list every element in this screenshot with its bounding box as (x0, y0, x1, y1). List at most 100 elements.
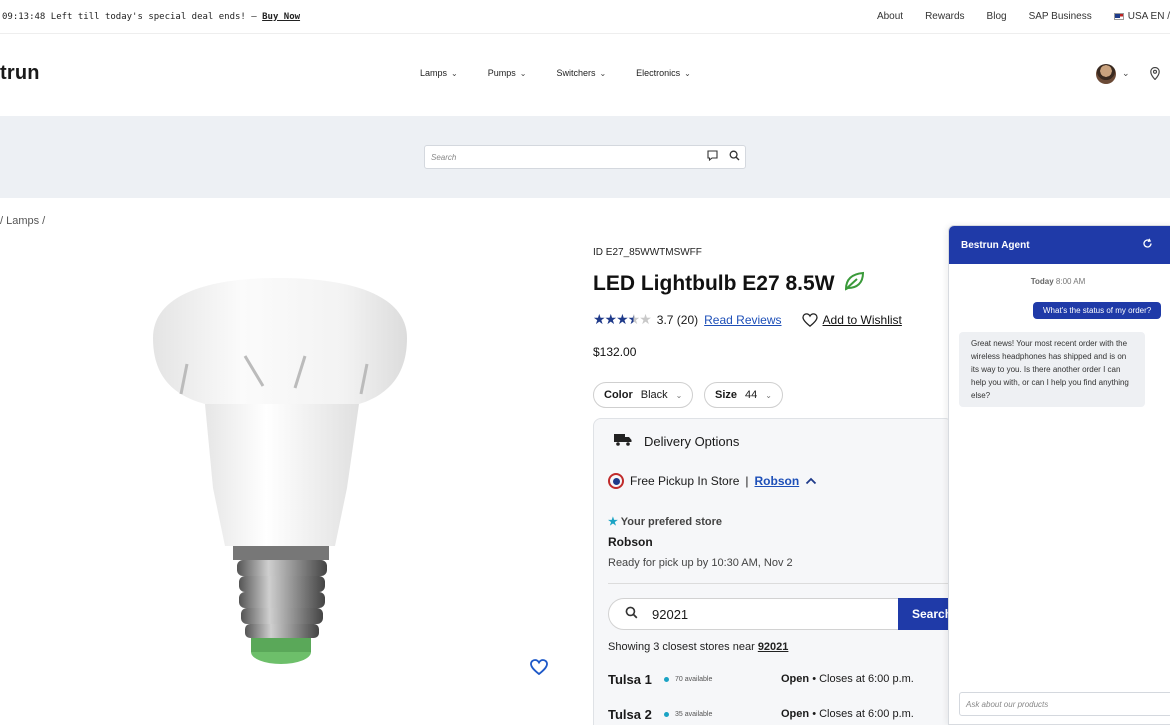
color-selector[interactable]: Color Black ⌄ (593, 382, 694, 408)
favorite-heart-icon[interactable] (530, 659, 548, 680)
chat-day: Today (1030, 277, 1054, 286)
site-logo[interactable]: trun (0, 62, 40, 85)
eco-leaf-icon (843, 271, 865, 297)
pickup-radio[interactable] (608, 473, 624, 489)
nav-item-switchers[interactable]: Switchers ⌄ (556, 68, 606, 78)
chat-title: Bestrun Agent (961, 239, 1030, 251)
store-status: Open (781, 708, 810, 720)
blog-link[interactable]: Blog (987, 11, 1007, 22)
feedback-icon[interactable] (701, 150, 723, 164)
store-hours: Open • Closes at 6:00 p.m. (781, 708, 914, 720)
locale-selector[interactable]: USA EN / (1113, 11, 1170, 22)
pickup-ready-text: Ready for pick up by 10:30 AM, Nov 2 (608, 557, 793, 569)
half-star-icon: ★ (627, 311, 641, 327)
store-status: Open (781, 673, 810, 685)
main-nav: Lamps ⌄ Pumps ⌄ Switchers ⌄ Electronics ⌄ (420, 68, 691, 78)
chevron-down-icon: ⌄ (675, 390, 683, 400)
nav-item-lamps[interactable]: Lamps ⌄ (420, 68, 458, 78)
product-rating: ★★★★★ 3.7 (20) Read Reviews Add to Wishl… (593, 311, 902, 328)
size-value: 44 (745, 389, 758, 401)
store-hours: Open • Closes at 6:00 p.m. (781, 673, 914, 685)
color-label: Color (604, 389, 633, 401)
user-avatar[interactable] (1096, 64, 1116, 84)
product-title-text: LED Lightbulb E27 8.5W (593, 272, 835, 295)
site-header: trun Lamps ⌄ Pumps ⌄ Switchers ⌄ Electronic… (0, 34, 1170, 116)
utility-links: About Rewards Blog SAP Business USA EN / (877, 11, 1170, 22)
promo-text: Left till today's special deal ends! — (50, 11, 257, 22)
availability-dot (664, 711, 669, 717)
chevron-up-icon[interactable] (805, 474, 817, 488)
size-label: Size (715, 389, 738, 401)
wishlist-label: Add to Wishlist (822, 312, 902, 327)
star-icon: ★ (608, 516, 618, 528)
buy-now-link[interactable]: Buy Now (262, 12, 300, 22)
heart-icon (801, 312, 818, 327)
search-band: Search (0, 116, 1170, 198)
store-row[interactable]: Tulsa 1 70 available Open • Closes at 6:… (608, 669, 954, 689)
truck-icon (614, 433, 632, 450)
pickup-store-link[interactable]: Robson (755, 474, 800, 488)
product-price: $132.00 (593, 345, 637, 359)
showing-zip: 92021 (757, 641, 789, 653)
preferred-store-label: ★ Your prefered store (608, 515, 722, 528)
chat-input[interactable]: Ask about our products (959, 692, 1170, 716)
store-closes: • Closes at 6:00 p.m. (812, 708, 914, 720)
agent-message-bubble: Great news! Your most recent order with … (959, 332, 1145, 407)
read-reviews-link[interactable]: Read Reviews (704, 313, 781, 327)
rewards-link[interactable]: Rewards (925, 11, 964, 22)
color-value: Black (640, 389, 668, 401)
pickup-option[interactable]: Free Pickup In Store | Robson (608, 473, 817, 489)
delivery-title: Delivery Options (644, 434, 740, 449)
chevron-down-icon: ⌄ (519, 69, 527, 78)
refresh-chat-icon[interactable] (1142, 238, 1153, 252)
location-pin-icon[interactable] (1150, 66, 1160, 83)
us-flag-icon (1113, 12, 1124, 20)
empty-star-icon: ★ (639, 311, 652, 327)
nav-label: Lamps (420, 68, 448, 78)
nav-label: Switchers (556, 68, 596, 78)
search-icon (625, 606, 638, 622)
chat-panel: Bestrun Agent Today 8:00 AM What's the s… (948, 225, 1170, 725)
add-to-wishlist-button[interactable]: Add to Wishlist (801, 312, 902, 327)
preferred-store-name: Robson (608, 535, 653, 549)
zip-value: 92021 (652, 606, 689, 622)
sap-business-link[interactable]: SAP Business (1029, 11, 1092, 22)
chat-time: 8:00 AM (1055, 277, 1086, 286)
pickup-label: Free Pickup In Store (630, 474, 740, 488)
store-results-summary: Showing 3 closest stores near 92021 (608, 641, 788, 653)
store-availability: 70 available (675, 675, 713, 683)
breadcrumb[interactable]: / Lamps / (0, 215, 45, 227)
store-availability: 35 available (675, 710, 713, 718)
nav-item-electronics[interactable]: Electronics ⌄ (636, 68, 691, 78)
user-message-bubble: What's the status of my order? (1033, 302, 1162, 319)
delivery-options-card: Delivery Options Free Pickup In Store | … (593, 418, 954, 725)
store-row[interactable]: Tulsa 2 35 available Open • Closes at 6:… (608, 704, 954, 724)
zip-search-button[interactable]: Search (898, 598, 954, 630)
chevron-down-icon: ⌄ (684, 69, 691, 78)
search-input[interactable]: Search (424, 145, 746, 169)
product-id: ID E27_85WWTMSWFF (593, 247, 702, 258)
chevron-down-icon: ⌄ (451, 69, 458, 78)
product-title: LED Lightbulb E27 8.5W (593, 271, 865, 297)
locale-label: USA EN / (1127, 11, 1170, 22)
search-placeholder: Search (431, 152, 457, 162)
delivery-header: Delivery Options (614, 433, 739, 450)
store-name: Tulsa 2 (608, 706, 652, 722)
chat-header: Bestrun Agent (949, 226, 1170, 264)
store-name: Tulsa 1 (608, 671, 652, 687)
divider (608, 583, 954, 584)
chevron-down-icon: ⌄ (765, 390, 772, 400)
preferred-store-label-text: Your prefered store (620, 516, 723, 528)
chat-timestamp: Today 8:00 AM (949, 277, 1167, 286)
rating-stars: ★★★★★ (593, 311, 652, 327)
size-selector[interactable]: Size 44 ⌄ (704, 382, 783, 408)
chevron-down-icon[interactable]: ⌄ (1122, 68, 1130, 79)
nav-item-pumps[interactable]: Pumps ⌄ (488, 68, 527, 78)
chevron-down-icon: ⌄ (599, 69, 607, 78)
availability-dot (664, 676, 669, 682)
search-icon[interactable] (723, 150, 745, 164)
about-link[interactable]: About (877, 11, 903, 22)
product-image (145, 278, 413, 673)
rating-text: 3.7 (20) (656, 312, 699, 327)
nav-label: Pumps (487, 68, 516, 78)
